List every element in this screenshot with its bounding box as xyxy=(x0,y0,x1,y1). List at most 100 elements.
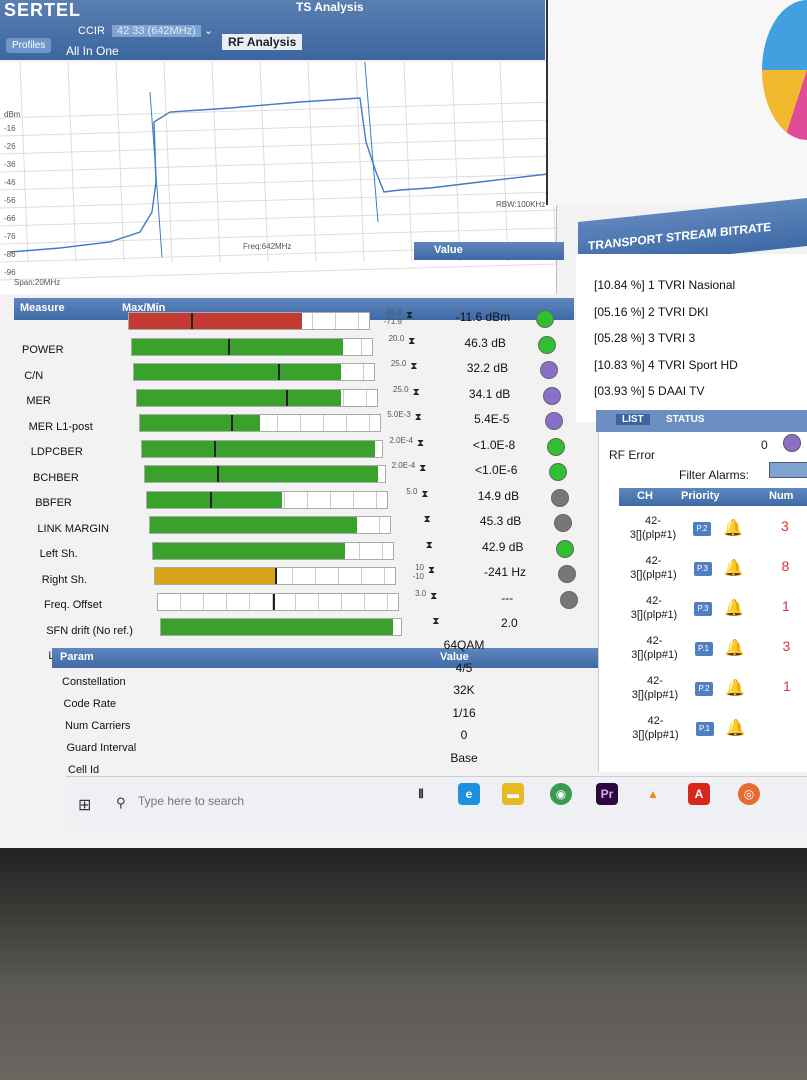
file-explorer-icon[interactable]: ▬ xyxy=(502,783,524,805)
grid-hline xyxy=(0,209,556,227)
bell-icon: 🔔 xyxy=(724,600,744,617)
grid-hline xyxy=(0,119,556,137)
ts-service-item[interactable]: [10.84 %] 1 TVRI Nasional xyxy=(594,278,735,292)
alarm-priority-badge: P.3 xyxy=(694,602,712,616)
tab-ts-analysis[interactable]: TS Analysis xyxy=(296,0,364,14)
measure-row: Left Sh. ⧗ 45.3 dB xyxy=(14,468,594,560)
param-value: Base xyxy=(450,750,478,765)
measure-bar xyxy=(157,592,400,611)
grid-vline xyxy=(451,62,461,263)
ts-service-item[interactable]: [03.93 %] 5 DAAI TV xyxy=(594,384,705,398)
alarm-priority-badge: P.1 xyxy=(695,722,714,736)
alarm-row[interactable]: 42- 3[](plp#1) P.3 🔔 8 xyxy=(620,554,807,588)
search-icon: ⚲ xyxy=(116,795,126,810)
header-bar: SERTEL Profiles CCIR 42 33 (642MHz) ⌄ Al… xyxy=(0,0,545,60)
alarm-channel: 42- 3[](plp#1) xyxy=(629,515,677,541)
vlc-icon[interactable]: ▲ xyxy=(642,783,664,805)
ts-service-item[interactable]: [10.83 %] 4 TVRI Sport HD xyxy=(594,358,738,372)
tab-list[interactable]: LIST xyxy=(616,414,650,425)
grid-vline xyxy=(259,62,269,263)
ts-bitrate-title: TRANSPORT STREAM BITRATE xyxy=(588,219,772,253)
app-icon[interactable]: ◎ xyxy=(738,783,760,805)
bell-icon: 🔔 xyxy=(723,520,743,537)
taskbar-search[interactable]: ⚲ xyxy=(110,787,400,819)
param-value: 64QAM xyxy=(443,638,485,652)
ts-service-item[interactable]: [05.28 %] 3 TVRI 3 xyxy=(594,331,695,345)
alarm-count: 1 xyxy=(782,598,790,614)
alarm-count: 3 xyxy=(782,638,791,654)
bell-icon: 🔔 xyxy=(723,560,744,577)
y-tick-label: -66 xyxy=(4,214,16,223)
alarm-tabs: LIST STATUS xyxy=(596,410,807,432)
bell-icon: 🔔 xyxy=(725,680,745,697)
search-input[interactable] xyxy=(136,793,390,809)
tab-status[interactable]: STATUS xyxy=(660,414,711,425)
col-ch: CH xyxy=(637,490,653,502)
param-value: 32K xyxy=(453,683,475,697)
y-tick-label: -76 xyxy=(4,232,16,241)
measure-row: BCHBER 2.0E-4 ⧗ <1.0E-8 xyxy=(14,392,594,484)
measure-row: BBFER 2.0E-4 ⧗ <1.0E-6 xyxy=(14,417,594,509)
measure-row: MER L1-post 25.0 ⧗ 34.1 dB xyxy=(14,341,594,433)
measure-bar-fill xyxy=(160,619,394,635)
chrome-icon[interactable]: ◉ xyxy=(550,783,572,805)
rf-error-label: RF Error xyxy=(609,448,655,462)
tab-all-in-one[interactable]: All In One xyxy=(66,44,119,58)
tab-rf-analysis[interactable]: RF Analysis xyxy=(222,34,303,50)
alarm-row[interactable]: 42- 3[](plp#1) P.1 🔔 xyxy=(622,714,807,748)
app-screen: SERTEL Profiles CCIR 42 33 (642MHz) ⌄ Al… xyxy=(0,0,807,848)
windows-start-icon[interactable]: ⊞ xyxy=(78,795,91,815)
measure-row: MER 25.0 ⧗ 32.2 dB xyxy=(14,315,594,407)
measure-row: LINK MARGIN 5.0 ⧗ 14.9 dB xyxy=(14,443,594,535)
alarm-panel: RF Error 0 Filter Alarms: CH Priority Nu… xyxy=(598,432,807,772)
premiere-icon[interactable]: Pr xyxy=(596,783,618,805)
alarm-count: 3 xyxy=(781,518,789,534)
alarm-channel: 42- 3[](plp#1) xyxy=(630,595,678,621)
alarm-channel: 42- 3[](plp#1) xyxy=(631,635,678,661)
measure-name: SFN drift (No ref.) xyxy=(46,624,133,637)
grid-hline xyxy=(0,155,556,173)
acrobat-icon[interactable]: A xyxy=(688,783,710,805)
monitor-bezel xyxy=(0,848,807,1080)
channel-select[interactable]: 42 33 (642MHz) xyxy=(111,25,201,37)
grid-vline xyxy=(307,62,317,263)
grid-vline xyxy=(499,62,509,263)
windows-taskbar: ⊞ ⚲ ⫴ e ▬ ◉ Pr ▲ A ◎ xyxy=(66,776,807,827)
measure-row: Freq. Offset 10 -10 ⧗ -241 Hz xyxy=(14,519,594,611)
alarm-row[interactable]: 42- 3[](plp#1) P.2 🔔 1 xyxy=(621,674,807,708)
alarm-row[interactable]: 42- 3[](plp#1) P.2 🔔 3 xyxy=(619,514,807,548)
col-value: Value xyxy=(434,244,463,256)
grid-vline xyxy=(211,62,221,263)
alarm-row[interactable]: 42- 3[](plp#1) P.3 🔔 1 xyxy=(620,594,807,628)
y-tick-label: -86 xyxy=(4,250,16,259)
col-param: Param xyxy=(60,651,94,663)
measure-row: LDPC Iter.⧗2.0 xyxy=(14,570,594,662)
chevron-down-icon[interactable]: ⌄ xyxy=(204,25,213,37)
filter-alarms-button[interactable] xyxy=(769,462,807,478)
task-view-icon[interactable]: ⫴ xyxy=(410,783,432,805)
y-tick-label: -26 xyxy=(4,142,16,151)
param-name: Code Rate xyxy=(63,698,117,710)
profiles-button[interactable]: Profiles xyxy=(6,38,52,53)
y-tick-label: -36 xyxy=(4,160,16,169)
alarm-count: 1 xyxy=(783,678,791,694)
bell-icon: 🔔 xyxy=(725,720,746,737)
y-tick-label: -56 xyxy=(4,196,16,205)
alarm-priority-badge: P.1 xyxy=(694,642,713,656)
bell-icon: 🔔 xyxy=(724,640,745,657)
ts-service-item[interactable]: [05.16 %] 2 TVRI DKI xyxy=(594,305,709,319)
measure-row: C/N 20.0 ⧗ 46.3 dB xyxy=(14,290,594,382)
standard-selector[interactable]: CCIR 42 33 (642MHz) ⌄ xyxy=(78,24,213,37)
alarm-row[interactable]: 42- 3[](plp#1) P.1 🔔 3 xyxy=(621,634,807,668)
param-value: 0 xyxy=(460,728,468,742)
measure-row: Right Sh. ⧗ 42.9 dB xyxy=(14,494,594,586)
grid-hline xyxy=(0,137,556,155)
alarm-table-header: CH Priority Num xyxy=(619,488,807,506)
param-name: Constellation xyxy=(62,676,126,688)
spectrum-trace xyxy=(9,97,549,253)
threshold-arrows-icon[interactable]: ⧗ xyxy=(432,616,439,627)
edge-icon[interactable]: e xyxy=(458,783,480,805)
standard-label: CCIR xyxy=(78,25,105,37)
alarm-priority-badge: P.3 xyxy=(693,562,712,576)
alarm-priority-badge: P.2 xyxy=(693,522,711,536)
